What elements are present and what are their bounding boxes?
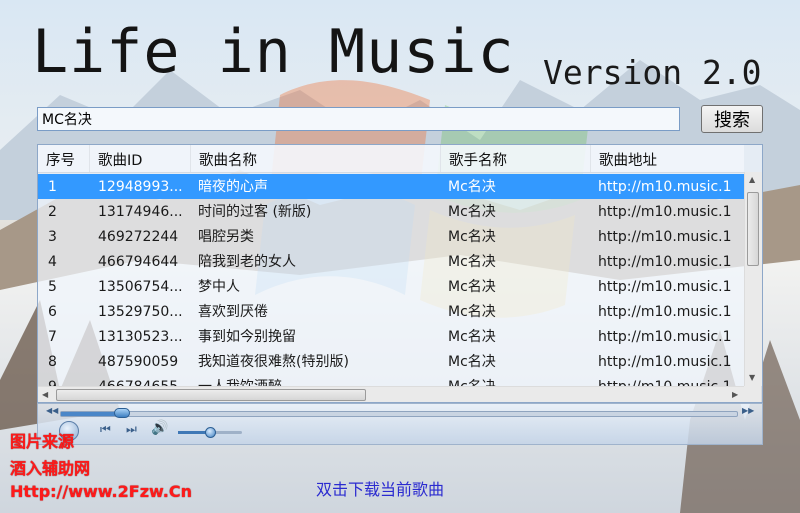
cell-singer: Mc名决 xyxy=(448,279,496,295)
table-row[interactable]: 2 13174946... 时间的过客 (新版) Mc名决 http://m10… xyxy=(38,199,744,224)
cell-index: 1 xyxy=(48,179,57,195)
cell-song-name: 喜欢到厌倦 xyxy=(198,304,268,320)
table-row[interactable]: 3 469272244 唱腔另类 Mc名决 http://m10.music.1 xyxy=(38,224,744,249)
cell-singer: Mc名决 xyxy=(448,204,496,220)
media-player: ◀◀ ▶▶ ⏮ ⏭ 🔊 xyxy=(37,403,763,445)
cell-song-url: http://m10.music.1 xyxy=(598,304,732,320)
volume-thumb[interactable] xyxy=(205,427,216,438)
vertical-scroll-thumb[interactable] xyxy=(747,192,759,266)
cell-song-name: 暗夜的心声 xyxy=(198,179,268,195)
cell-song-id: 13529750... xyxy=(98,304,183,320)
cell-singer: Mc名决 xyxy=(448,229,496,245)
cell-song-id: 13506754... xyxy=(98,279,183,295)
cell-singer: Mc名决 xyxy=(448,304,496,320)
seek-thumb[interactable] xyxy=(114,408,130,418)
cell-song-name: 陪我到老的女人 xyxy=(198,254,296,270)
app-version: Version 2.0 xyxy=(543,53,762,92)
column-header-song-id[interactable]: 歌曲ID xyxy=(90,145,191,172)
next-track-icon[interactable]: ⏭ xyxy=(126,423,137,435)
cell-index: 6 xyxy=(48,304,57,320)
table-row[interactable]: 5 13506754... 梦中人 Mc名决 http://m10.music.… xyxy=(38,274,744,299)
cell-singer: Mc名决 xyxy=(448,254,496,270)
cell-index: 2 xyxy=(48,204,57,220)
watermark-line: 酒入辅助网 xyxy=(10,459,91,478)
search-input[interactable] xyxy=(37,107,680,131)
cell-singer: Mc名决 xyxy=(448,179,496,195)
scroll-down-arrow-icon[interactable]: ▼ xyxy=(749,374,755,382)
scroll-up-arrow-icon[interactable]: ▲ xyxy=(749,176,755,184)
cell-index: 8 xyxy=(48,354,57,370)
cell-song-url: http://m10.music.1 xyxy=(598,204,732,220)
cell-song-id: 13130523... xyxy=(98,329,183,345)
seek-bar[interactable] xyxy=(60,408,738,418)
column-header-index[interactable]: 序号 xyxy=(38,145,90,172)
cell-index: 5 xyxy=(48,279,57,295)
list-header: 序号 歌曲ID 歌曲名称 歌手名称 歌曲地址 xyxy=(38,145,744,173)
cell-song-url: http://m10.music.1 xyxy=(598,229,732,245)
fast-forward-icon[interactable]: ▶▶ xyxy=(742,407,754,415)
cell-singer: Mc名决 xyxy=(448,354,496,370)
search-button[interactable]: 搜索 xyxy=(701,105,763,133)
cell-song-id: 469272244 xyxy=(98,229,179,245)
table-row[interactable]: 7 13130523... 事到如今别挽留 Mc名决 http://m10.mu… xyxy=(38,324,744,349)
table-row[interactable]: 6 13529750... 喜欢到厌倦 Mc名决 http://m10.musi… xyxy=(38,299,744,324)
cell-song-id: 12948993... xyxy=(98,179,183,195)
cell-song-name: 时间的过客 (新版) xyxy=(198,204,312,220)
cell-song-id: 466794644 xyxy=(98,254,179,270)
table-row[interactable]: 1 12948993... 暗夜的心声 Mc名决 http://m10.musi… xyxy=(38,174,744,199)
table-row[interactable]: 8 487590059 我知道夜很难熬(特别版) Mc名决 http://m10… xyxy=(38,349,744,374)
scroll-right-arrow-icon[interactable]: ▶ xyxy=(732,391,738,399)
cell-song-name: 我知道夜很难熬(特别版) xyxy=(198,354,349,370)
watermark-line: Http://www.2Fzw.Cn xyxy=(10,482,192,501)
rewind-icon[interactable]: ◀◀ xyxy=(46,407,58,415)
volume-icon[interactable]: 🔊 xyxy=(151,421,168,435)
cell-song-name: 事到如今别挽留 xyxy=(198,329,296,345)
cell-song-name: 唱腔另类 xyxy=(198,229,254,245)
cell-song-id: 13174946... xyxy=(98,204,183,220)
cell-index: 3 xyxy=(48,229,57,245)
scroll-left-arrow-icon[interactable]: ◀ xyxy=(42,391,48,399)
seek-progress xyxy=(61,412,122,416)
column-header-song-url[interactable]: 歌曲地址 xyxy=(591,145,744,172)
cell-index: 4 xyxy=(48,254,57,270)
previous-track-icon[interactable]: ⏮ xyxy=(100,423,111,435)
watermark-line: 图片来源 xyxy=(10,432,75,451)
cell-song-id: 487590059 xyxy=(98,354,179,370)
horizontal-scrollbar[interactable]: ◀ ▶ xyxy=(38,386,744,402)
cell-song-url: http://m10.music.1 xyxy=(598,254,732,270)
cell-song-url: http://m10.music.1 xyxy=(598,279,732,295)
volume-slider[interactable] xyxy=(178,427,242,438)
scrollbar-corner xyxy=(744,386,761,402)
song-list[interactable]: 序号 歌曲ID 歌曲名称 歌手名称 歌曲地址 1 12948993... 暗夜的… xyxy=(37,144,763,403)
cell-song-url: http://m10.music.1 xyxy=(598,329,732,345)
table-row[interactable]: 4 466794644 陪我到老的女人 Mc名决 http://m10.musi… xyxy=(38,249,744,274)
cell-song-name: 梦中人 xyxy=(198,279,240,295)
cell-singer: Mc名决 xyxy=(448,329,496,345)
app-title: Life in Music xyxy=(32,17,515,87)
cell-song-url: http://m10.music.1 xyxy=(598,179,732,195)
download-hint: 双击下载当前歌曲 xyxy=(316,480,445,499)
cell-index: 7 xyxy=(48,329,57,345)
column-header-song-name[interactable]: 歌曲名称 xyxy=(191,145,441,172)
cell-song-url: http://m10.music.1 xyxy=(598,354,732,370)
column-header-singer[interactable]: 歌手名称 xyxy=(441,145,591,172)
horizontal-scroll-thumb[interactable] xyxy=(56,389,366,401)
vertical-scrollbar[interactable]: ▲ ▼ xyxy=(744,172,762,386)
